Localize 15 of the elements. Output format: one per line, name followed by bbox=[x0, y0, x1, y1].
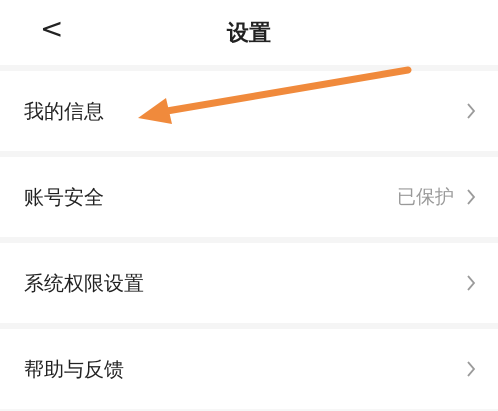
chevron-icon bbox=[466, 102, 476, 120]
chevron-icon bbox=[466, 360, 476, 378]
chevron-icon bbox=[466, 274, 476, 292]
row-label: 系统权限设置 bbox=[24, 270, 144, 296]
status-text: 已保护 bbox=[397, 185, 454, 210]
row-label: 我的信息 bbox=[24, 98, 104, 124]
row-label: 账号安全 bbox=[24, 184, 104, 210]
row-label: 帮助与反馈 bbox=[24, 356, 124, 382]
settings-row[interactable]: 账号安全 已保护 bbox=[0, 157, 498, 237]
chevron-icon bbox=[466, 188, 476, 206]
settings-row[interactable]: 帮助与反馈 bbox=[0, 329, 498, 409]
page-title: 设置 bbox=[227, 20, 271, 48]
settings-row[interactable]: 系统权限设置 bbox=[0, 243, 498, 323]
back-button[interactable]: < bbox=[34, 12, 70, 45]
settings-row[interactable]: 我的信息 bbox=[0, 71, 498, 151]
